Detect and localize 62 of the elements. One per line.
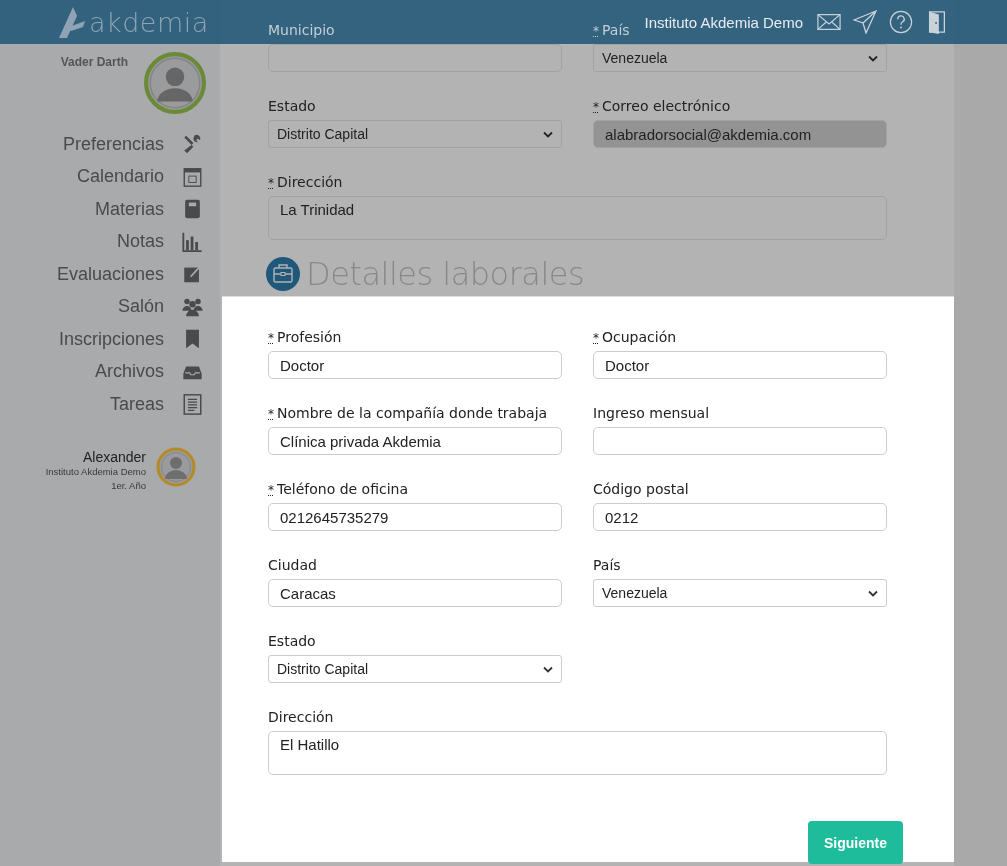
field-label: Estado [268, 633, 316, 649]
input-field[interactable]: Doctor [593, 351, 887, 379]
input-field[interactable] [268, 44, 562, 72]
nav-item[interactable]: Notas [116, 227, 205, 256]
field-label: Dirección [277, 174, 343, 190]
nav-item[interactable]: Salón [117, 292, 205, 321]
chevron-down-icon [543, 130, 553, 138]
input-field[interactable]: Caracas [268, 579, 562, 607]
briefcase-icon [266, 256, 300, 291]
logo-icon [57, 5, 87, 39]
field-label: Nombre de la compañía donde trabaja [277, 405, 548, 421]
avatar-icon [156, 446, 196, 487]
input-field[interactable]: 0212 [593, 503, 887, 531]
avatar-icon [144, 52, 206, 114]
required-mark: * [593, 100, 599, 114]
help-icon[interactable] [889, 10, 913, 34]
select-field[interactable]: Distrito Capital [268, 655, 562, 683]
select-field[interactable]: Venezuela [593, 44, 887, 72]
chevron-down-icon [543, 665, 553, 673]
input-field[interactable]: Doctor [268, 351, 562, 379]
address-field[interactable]: El Hatillo [268, 731, 887, 775]
institution-name: Instituto Akdemia Demo [644, 13, 803, 31]
field-label: Municipio [268, 22, 335, 38]
field-label: Estado [268, 98, 316, 114]
field-label: Ocupación [602, 329, 677, 345]
required-mark: * [593, 331, 599, 345]
field-label: País [602, 22, 630, 38]
nav-item[interactable]: Preferencias [62, 130, 205, 159]
nav-item[interactable]: Materias [94, 195, 205, 224]
nav-item[interactable]: Evaluaciones [56, 260, 205, 289]
student-grade: 1er. Año [111, 478, 146, 493]
required-mark: * [268, 407, 274, 421]
field-label: Correo electrónico [602, 98, 731, 114]
student-school: Instituto Akdemia Demo [45, 464, 146, 479]
select-field[interactable]: Distrito Capital [268, 120, 562, 148]
user-name: Vader Darth [60, 55, 128, 71]
select-field[interactable]: Venezuela [593, 579, 887, 607]
student-name: Alexander [82, 448, 146, 465]
field-label: Dirección [268, 709, 334, 725]
required-mark: * [268, 331, 274, 345]
required-mark: * [593, 24, 599, 38]
required-mark: * [268, 176, 274, 190]
field-label: País [593, 557, 621, 573]
input-field[interactable]: Clínica privada Akdemia [268, 427, 562, 455]
input-field[interactable]: 0212645735279 [268, 503, 562, 531]
nav-item[interactable]: Inscripciones [58, 325, 205, 354]
nav-item[interactable]: Archivos [94, 357, 205, 386]
logo-text: akdemia [89, 6, 209, 38]
field-label: Código postal [593, 481, 689, 497]
chevron-down-icon [868, 54, 878, 62]
nav-item[interactable]: Tareas [109, 390, 205, 419]
chevron-down-icon [868, 589, 878, 597]
field-label: Ciudad [268, 557, 317, 573]
required-mark: * [268, 483, 274, 497]
address-field[interactable]: La Trinidad [268, 196, 887, 240]
field-label: Teléfono de oficina [277, 481, 409, 497]
send-icon[interactable] [853, 10, 877, 34]
field-label: Profesión [277, 329, 342, 345]
nav-item[interactable]: Calendario [76, 162, 205, 191]
input-field[interactable] [593, 427, 887, 455]
bar-chart-icon [180, 230, 205, 253]
field-label: Ingreso mensual [593, 405, 710, 421]
